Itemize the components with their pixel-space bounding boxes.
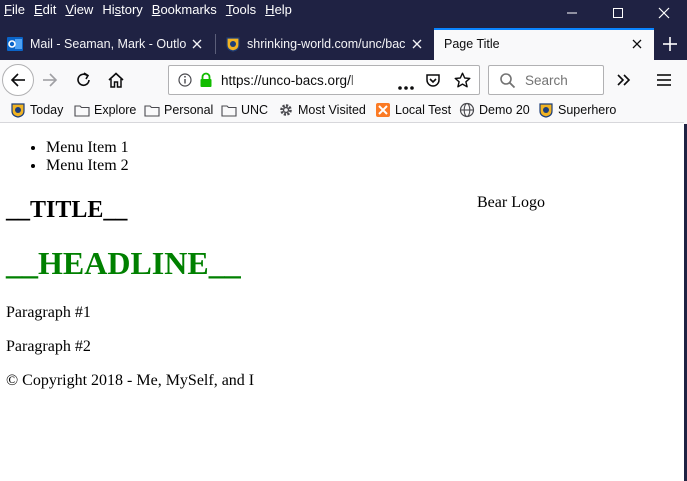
bookmark-most-visited[interactable]: Most Visited	[278, 101, 366, 119]
url-text[interactable]: https://unco-bacs.org/l	[221, 73, 356, 88]
tab-page-title[interactable]: Page Title	[434, 28, 654, 60]
headline: __HEADLINE__	[6, 245, 241, 281]
search-icon	[499, 72, 516, 89]
folder-icon	[74, 102, 90, 118]
close-icon	[632, 39, 642, 49]
tab-close-button[interactable]	[630, 37, 644, 51]
hamburger-icon	[657, 74, 671, 86]
menu-item-2: Menu Item 2	[46, 157, 129, 175]
hamburger-menu-button[interactable]	[652, 69, 676, 91]
menu-help[interactable]: Help	[261, 0, 296, 20]
bookmark-label: Demo 20	[479, 103, 530, 117]
pocket-icon[interactable]	[425, 72, 441, 88]
logo: Bear Logo	[477, 194, 545, 211]
bookmark-superhero[interactable]: Superhero	[538, 101, 616, 119]
tab-close-button[interactable]	[190, 37, 204, 51]
page-content: Menu Item 1 Menu Item 2 __TITLE__ Bear L…	[0, 124, 687, 481]
tab-strip: Mail - Seaman, Mark - Outloo shrinking-w…	[0, 28, 687, 60]
overflow-button[interactable]	[612, 69, 636, 91]
bookmark-label: Superhero	[558, 103, 617, 117]
tab-close-button[interactable]	[410, 37, 424, 51]
bookmark-demo-20[interactable]: Demo 20	[459, 101, 530, 119]
bookmark-folder-explore[interactable]: Explore	[74, 101, 136, 119]
menu-view[interactable]: View	[61, 0, 97, 20]
bookmark-star-icon[interactable]	[454, 72, 471, 89]
tab-title: shrinking-world.com/unc/bac	[247, 37, 406, 51]
navigation-toolbar: https://unco-bacs.org/l Search	[0, 60, 687, 98]
reload-button[interactable]	[72, 69, 96, 91]
url-bar[interactable]: https://unco-bacs.org/l	[168, 65, 480, 95]
bookmark-label: Today	[30, 103, 64, 117]
tab-title: Page Title	[444, 37, 500, 51]
tab-mail[interactable]: Mail - Seaman, Mark - Outloo	[0, 28, 214, 60]
maximize-button[interactable]	[595, 0, 641, 26]
page-title: __TITLE__	[6, 197, 128, 223]
close-icon	[658, 7, 670, 19]
globe-icon	[459, 102, 475, 118]
bear-shield-icon	[10, 102, 26, 118]
search-placeholder: Search	[525, 73, 568, 88]
menu-file[interactable]: File	[0, 0, 29, 20]
close-icon	[412, 39, 422, 49]
tab-title: Mail - Seaman, Mark - Outloo	[30, 37, 186, 51]
forward-arrow-icon	[43, 73, 58, 87]
close-window-button[interactable]	[641, 0, 687, 26]
bear-shield-icon	[225, 36, 241, 52]
back-button[interactable]	[2, 64, 34, 96]
chevron-double-right-icon	[617, 74, 631, 86]
paragraph-1: Paragraph #1	[6, 304, 91, 321]
menu-bookmarks[interactable]: Bookmarks	[148, 0, 221, 20]
bookmark-label: Explore	[94, 103, 137, 117]
menu-history[interactable]: History	[98, 0, 146, 20]
new-tab-button[interactable]	[659, 33, 681, 55]
site-menu: Menu Item 1 Menu Item 2	[46, 139, 129, 175]
paragraph-2: Paragraph #2	[6, 338, 91, 355]
tab-shrinking-world[interactable]: shrinking-world.com/unc/bac	[216, 28, 434, 60]
bookmark-local-test[interactable]: Local Test	[375, 101, 451, 119]
bookmark-label: Local Test	[395, 103, 452, 117]
menu-bar: File Edit View History Bookmarks Tools H…	[0, 0, 297, 20]
bookmark-label: UNC	[241, 103, 269, 117]
bookmark-folder-unc[interactable]: UNC	[221, 101, 268, 119]
bookmark-today[interactable]: Today	[10, 101, 63, 119]
bookmark-folder-personal[interactable]: Personal	[144, 101, 213, 119]
folder-icon	[221, 102, 237, 118]
bear-shield-icon	[538, 102, 554, 118]
title-bar: File Edit View History Bookmarks Tools H…	[0, 0, 687, 60]
menu-item-1: Menu Item 1	[46, 139, 129, 157]
xampp-icon	[375, 102, 391, 118]
menu-tools[interactable]: Tools	[222, 0, 260, 20]
minimize-icon	[567, 12, 577, 14]
maximize-icon	[613, 8, 623, 18]
copyright: © Copyright 2018 - Me, MySelf, and I	[6, 372, 255, 389]
search-bar[interactable]: Search	[488, 65, 604, 95]
page-actions-icon[interactable]	[397, 78, 415, 90]
bookmarks-toolbar: Today Explore Personal UNC Most Visited …	[0, 98, 687, 123]
lock-icon[interactable]	[199, 72, 213, 88]
reload-icon	[77, 72, 90, 86]
outlook-icon	[7, 36, 23, 52]
home-icon	[108, 72, 124, 88]
gear-icon	[278, 102, 294, 118]
folder-icon	[144, 102, 160, 118]
window-controls	[549, 0, 687, 26]
info-icon[interactable]	[178, 73, 192, 87]
plus-icon	[663, 37, 677, 51]
menu-edit[interactable]: Edit	[30, 0, 60, 20]
close-icon	[192, 39, 202, 49]
minimize-button[interactable]	[549, 0, 595, 26]
home-button[interactable]	[104, 69, 128, 91]
forward-button[interactable]	[38, 69, 62, 91]
back-arrow-icon	[10, 73, 25, 87]
bookmark-label: Most Visited	[298, 103, 366, 117]
bookmark-label: Personal	[164, 103, 214, 117]
